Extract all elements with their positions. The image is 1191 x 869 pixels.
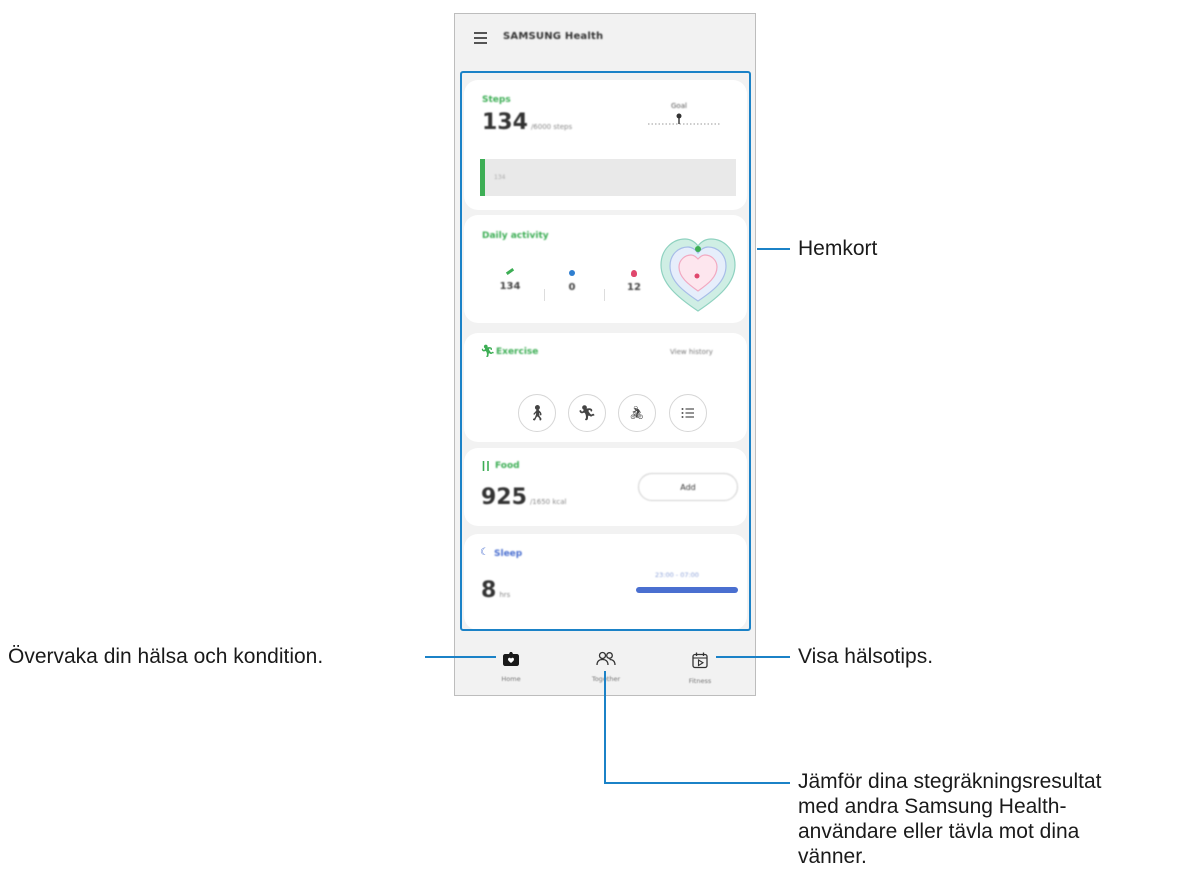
callout-compare-line-3: användare eller tävla mot dina bbox=[798, 820, 1080, 843]
nav-together-label: Together bbox=[591, 675, 621, 683]
callout-compare-line-4: vänner. bbox=[798, 845, 867, 868]
callout-compare-line-1: Jämför dina stegräkningsresultat bbox=[798, 770, 1102, 793]
app-bar: SAMSUNG Health bbox=[455, 14, 755, 68]
callout-tips: Visa hälsotips. bbox=[798, 645, 934, 668]
home-icon bbox=[503, 652, 519, 666]
together-icon bbox=[596, 651, 616, 666]
callout-line-compare-vertical bbox=[604, 671, 606, 784]
menu-icon[interactable] bbox=[474, 32, 487, 44]
callout-line-monitor bbox=[425, 656, 496, 658]
callout-compare: Jämför dina stegräkningsresultat med and… bbox=[798, 769, 1102, 869]
callout-line-tips bbox=[716, 656, 790, 658]
callout-line-home-cards bbox=[757, 248, 790, 250]
callout-home-cards: Hemkort bbox=[798, 237, 878, 260]
callout-compare-line-2: med andra Samsung Health- bbox=[798, 795, 1067, 818]
callout-line-compare-horizontal bbox=[604, 782, 790, 784]
nav-home-label: Home bbox=[501, 675, 521, 683]
nav-fitness-label: Fitness bbox=[688, 677, 712, 685]
nav-together[interactable]: Together bbox=[566, 651, 646, 683]
callout-monitor: Övervaka din hälsa och kondition. bbox=[8, 645, 324, 668]
fitness-icon bbox=[692, 652, 708, 669]
home-cards-highlight bbox=[460, 71, 751, 631]
phone-screen: SAMSUNG Health Steps 134/6000 steps Goal… bbox=[454, 13, 756, 696]
app-title: SAMSUNG Health bbox=[503, 31, 604, 42]
